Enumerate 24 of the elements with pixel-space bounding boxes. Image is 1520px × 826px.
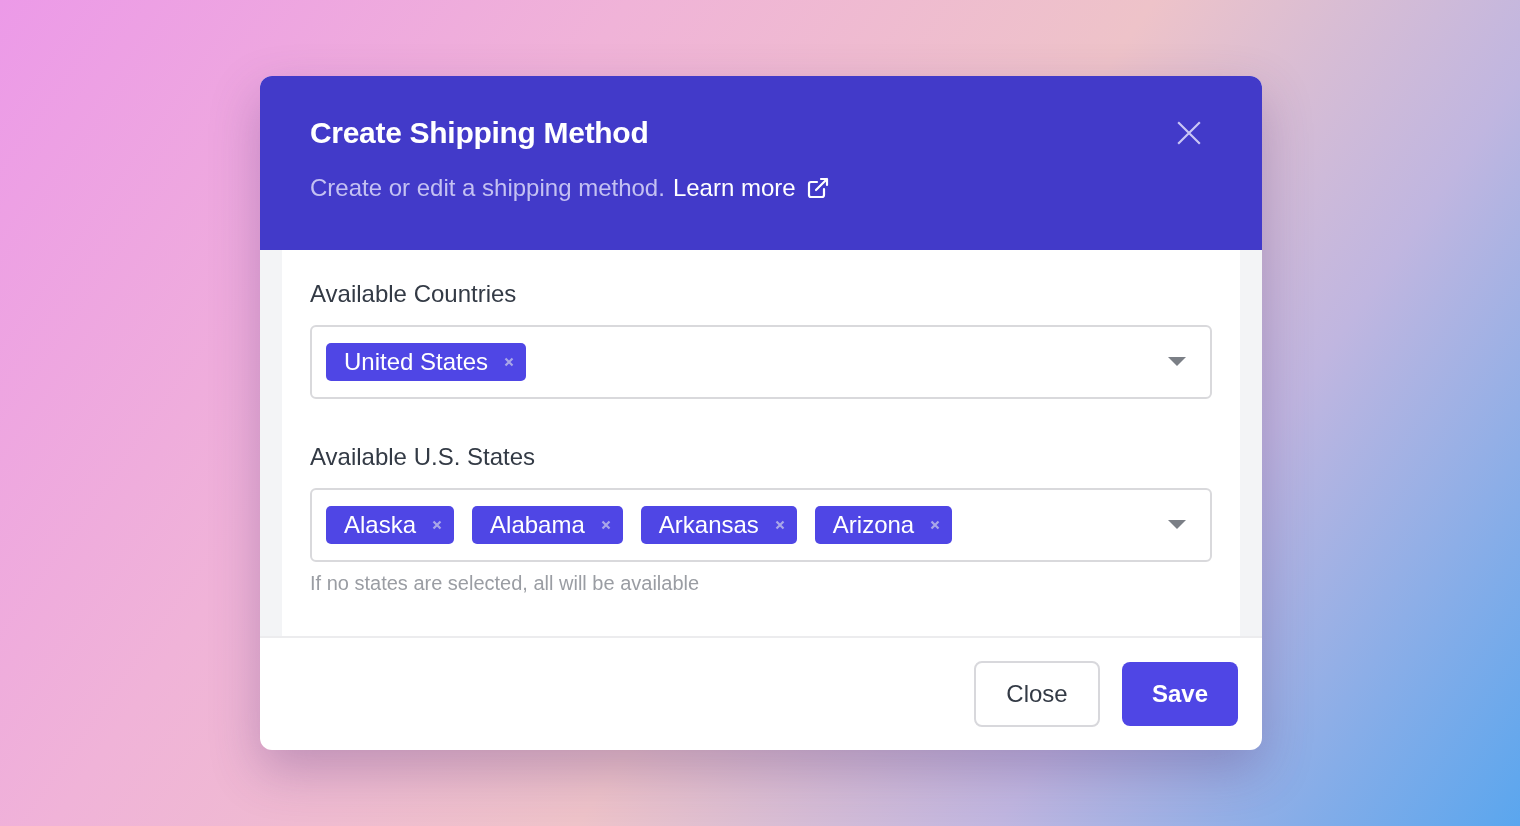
remove-icon[interactable] <box>504 357 515 367</box>
selected-tag[interactable]: Arkansas <box>640 506 797 544</box>
caret-icon[interactable] <box>1168 520 1186 530</box>
external-link-icon <box>805 176 830 200</box>
dialog-title: Create Shipping Method <box>310 116 649 150</box>
caret-icon[interactable] <box>1168 357 1186 367</box>
remove-icon[interactable] <box>432 520 443 530</box>
field-label: Available Countries <box>310 280 518 308</box>
helper-text: If no states are selected, all will be available <box>310 572 701 595</box>
selected-tag[interactable]: United States <box>326 343 527 381</box>
multi-select-field[interactable]: Alaska Alabama Arkansas Arizona <box>310 488 1212 562</box>
selected-tag[interactable]: Alaska <box>326 506 455 544</box>
field-label: Available U.S. States <box>310 443 536 471</box>
close-button[interactable]: Close <box>974 661 1100 727</box>
dialog-subtitle: Create or edit a shipping method. <box>310 174 665 202</box>
remove-icon[interactable] <box>600 520 611 530</box>
learn-more-link[interactable]: Learn more <box>672 174 830 202</box>
remove-icon[interactable] <box>930 520 941 530</box>
selected-tag[interactable]: Arizona <box>814 506 953 544</box>
remove-icon[interactable] <box>774 520 785 530</box>
save-button[interactable]: Save <box>1122 662 1238 726</box>
multi-select-field[interactable]: United States <box>310 325 1212 399</box>
selected-tag[interactable]: Alabama <box>472 506 623 544</box>
close-icon[interactable] <box>1176 120 1202 146</box>
